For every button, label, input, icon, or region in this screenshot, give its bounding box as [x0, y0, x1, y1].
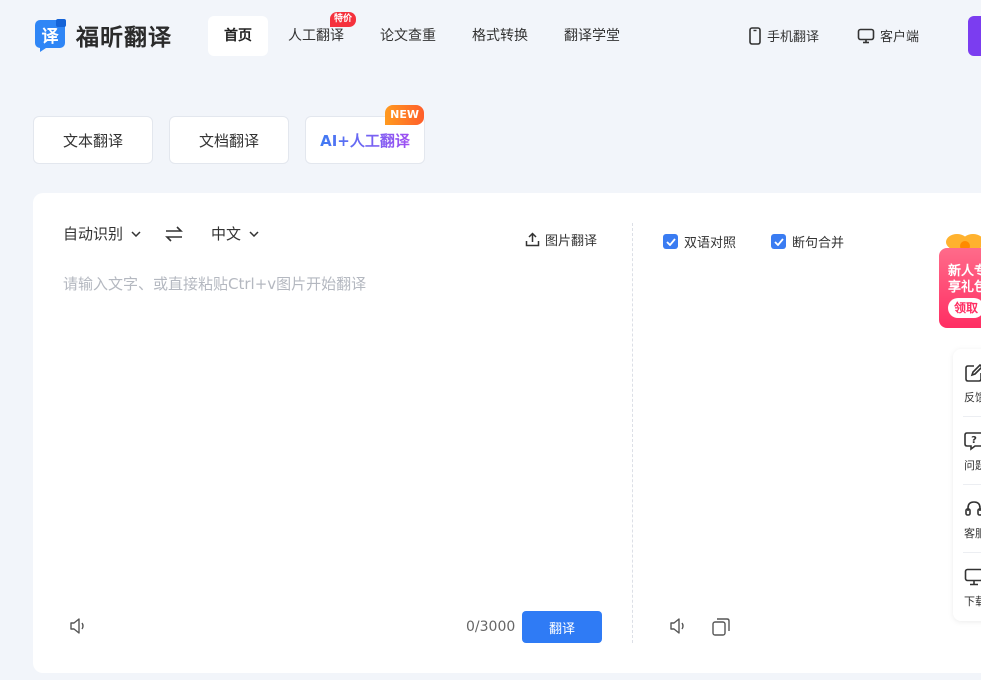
- copy-icon: [712, 618, 730, 636]
- sidebar-item-label: 问题: [964, 459, 981, 472]
- login-button[interactable]: [968, 16, 981, 56]
- checkmark-icon: [771, 234, 786, 249]
- tab-label: AI+人工翻译: [320, 131, 410, 150]
- question-icon: ?: [964, 432, 981, 451]
- bilingual-label: 双语对照: [684, 236, 737, 251]
- source-speak-button[interactable]: [69, 617, 89, 639]
- new-badge: NEW: [385, 105, 424, 125]
- nav-item-label: 人工翻译: [288, 28, 344, 44]
- mobile-translate-link[interactable]: 手机翻译: [748, 26, 819, 45]
- language-selector-row: 自动识别 中文: [63, 223, 259, 244]
- target-speak-button[interactable]: [669, 617, 689, 639]
- tab-ai-human-translate[interactable]: AI+人工翻译 NEW: [305, 105, 425, 164]
- desktop-client-label: 客户端: [880, 30, 920, 45]
- mode-tabs: 文本翻译 文档翻译 AI+人工翻译 NEW: [33, 105, 441, 164]
- source-language-label: 自动识别: [63, 225, 124, 243]
- swap-languages-button[interactable]: [165, 225, 183, 242]
- target-language-select[interactable]: 中文: [211, 223, 259, 244]
- sidebar-item-label: 下载: [964, 595, 981, 608]
- merge-sentences-checkbox[interactable]: 断句合并: [771, 232, 844, 251]
- nav-item-translation-school[interactable]: 翻译学堂: [548, 16, 636, 56]
- panel-divider: [632, 223, 633, 643]
- bilingual-checkbox[interactable]: 双语对照: [663, 232, 736, 251]
- sidebar-item-faq[interactable]: ? 问题: [953, 417, 981, 485]
- speaker-icon: [70, 618, 84, 634]
- source-language-select[interactable]: 自动识别: [63, 223, 141, 244]
- image-translate-button[interactable]: 图片翻译: [525, 230, 597, 249]
- tab-label: 文本翻译: [62, 131, 123, 150]
- nav-item-human-translation[interactable]: 人工翻译 特价: [272, 12, 360, 56]
- checkmark-icon: [663, 234, 678, 249]
- side-toolbar: 反馈 ? 问题 客服 下载: [953, 349, 981, 621]
- character-counter: 0/3000: [466, 619, 516, 635]
- sidebar-item-label: 客服: [964, 527, 981, 540]
- tab-text-translate[interactable]: 文本翻译: [33, 116, 153, 164]
- nav-item-label: 首页: [224, 28, 252, 44]
- source-text-input[interactable]: [63, 273, 603, 573]
- desktop-client-link[interactable]: 客户端: [857, 26, 919, 45]
- chevron-down-icon: [249, 230, 259, 237]
- new-user-gift-promo[interactable]: 新人专 享礼包 领取: [939, 230, 981, 328]
- tab-document-translate[interactable]: 文档翻译: [169, 116, 289, 164]
- brand-logo[interactable]: 译 福昕翻译: [34, 18, 172, 52]
- sidebar-item-label: 反馈: [964, 391, 981, 404]
- headset-icon: [965, 501, 981, 516]
- mobile-translate-label: 手机翻译: [767, 30, 820, 45]
- promo-line-2: 享礼包: [948, 280, 981, 295]
- sidebar-item-feedback[interactable]: 反馈: [953, 349, 981, 417]
- nav-item-label: 格式转换: [472, 28, 528, 44]
- nav-item-label: 翻译学堂: [564, 28, 620, 44]
- copy-result-button[interactable]: [711, 617, 731, 641]
- logo-mark-icon: 译: [34, 18, 68, 52]
- svg-text:?: ?: [971, 435, 977, 446]
- translate-button[interactable]: 翻译: [522, 611, 602, 643]
- merge-sentences-label: 断句合并: [792, 236, 845, 251]
- translator-panel: 自动识别 中文 图片翻译 0/3: [33, 193, 981, 673]
- chevron-down-icon: [131, 230, 141, 237]
- claim-gift-button[interactable]: 领取: [948, 298, 981, 318]
- top-header: 译 福昕翻译 首页 人工翻译 特价 论文查重 格式转换 翻译学堂 手机翻译 客户…: [0, 0, 981, 72]
- nav-item-home[interactable]: 首页: [208, 16, 268, 56]
- swap-arrows-icon: [165, 225, 183, 242]
- monitor-icon: [964, 568, 981, 586]
- main-nav: 首页 人工翻译 特价 论文查重 格式转换 翻译学堂: [208, 12, 640, 56]
- tab-label: 文档翻译: [198, 131, 259, 150]
- logo-char: 译: [41, 27, 59, 47]
- sidebar-item-support[interactable]: 客服: [953, 485, 981, 553]
- image-translate-label: 图片翻译: [545, 234, 598, 249]
- edit-icon: [965, 363, 981, 382]
- monitor-icon: [857, 28, 875, 43]
- brand-name: 福昕翻译: [76, 25, 172, 51]
- special-price-badge: 特价: [329, 12, 356, 27]
- upload-icon: [525, 232, 540, 247]
- mobile-phone-icon: [749, 26, 761, 45]
- target-language-label: 中文: [211, 225, 242, 243]
- sidebar-item-download[interactable]: 下载: [953, 553, 981, 621]
- nav-item-label: 论文查重: [380, 28, 436, 44]
- nav-item-plagiarism-check[interactable]: 论文查重: [364, 16, 452, 56]
- nav-item-format-convert[interactable]: 格式转换: [456, 16, 544, 56]
- header-actions: 手机翻译 客户端: [748, 26, 957, 45]
- speaker-icon: [670, 618, 684, 634]
- gift-box: 新人专 享礼包 领取: [939, 248, 981, 328]
